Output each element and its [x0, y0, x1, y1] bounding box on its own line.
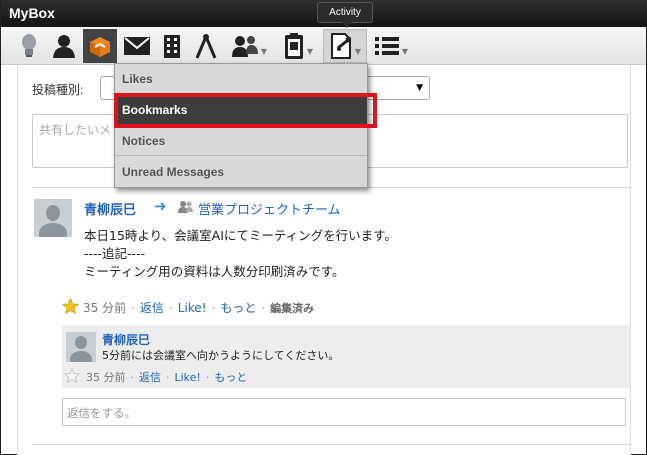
chevron-down-icon: ▼	[401, 46, 409, 56]
menu-item-notices[interactable]: Notices	[115, 126, 367, 156]
reply-item: 青柳辰巳 5分前には会議室へ向かうようにしてください。 35 分前 · 返信 ·…	[62, 325, 630, 388]
reply-link[interactable]: 返信	[139, 369, 161, 385]
clipboard-icon[interactable]: ▼	[275, 29, 321, 63]
activity-tooltip: Activity	[317, 2, 373, 28]
list-icon[interactable]: ▼	[369, 29, 413, 63]
reply-link[interactable]: 返信	[140, 299, 164, 316]
post-body-line: 本日15時より、会議室AIにてミーティングを行います。	[84, 228, 397, 243]
activity-icon[interactable]: ▼	[323, 29, 367, 63]
app-title: MyBox	[9, 5, 55, 21]
like-link[interactable]: Like!	[175, 371, 201, 384]
chevron-down-icon: ▼	[260, 46, 268, 56]
more-link[interactable]: もっと	[214, 369, 247, 385]
reply-meta: 35 分前 · 返信 · Like! · もっと	[63, 367, 247, 386]
menu-item-unread-messages[interactable]: Unread Messages	[115, 157, 367, 187]
reply-text: 5分前には会議室へ向かうようにしてください。	[102, 349, 340, 362]
post-body-line: ミーティング用の資料は人数分印刷済みです。	[84, 264, 345, 279]
app-window: MyBox ▼ ▼ ▼ ▼ 投稿種別: ▼ 共有したいメ 青柳辰巳 ➜ 営業プロ…	[0, 0, 647, 455]
avatar[interactable]	[34, 199, 72, 237]
toolbar: ▼ ▼ ▼ ▼	[1, 27, 646, 65]
arrow-right-icon: ➜	[154, 197, 167, 215]
mail-icon[interactable]	[120, 29, 154, 63]
building-icon[interactable]	[157, 29, 187, 63]
post-time: 35 分前	[83, 301, 127, 315]
star-icon[interactable]	[62, 297, 79, 317]
reply-input[interactable]: 返信をする。	[62, 398, 626, 426]
reply-time: 35 分前	[86, 371, 126, 384]
like-link[interactable]: Like!	[178, 301, 207, 315]
compass-icon[interactable]	[191, 29, 221, 63]
post-author[interactable]: 青柳辰巳	[84, 199, 136, 218]
menu-item-likes[interactable]: Likes	[115, 64, 367, 94]
group-name-link[interactable]: 営業プロジェクトチーム	[198, 199, 341, 218]
chevron-down-icon: ▼	[306, 46, 314, 56]
avatar[interactable]	[66, 332, 96, 362]
lightbulb-icon[interactable]	[13, 29, 45, 63]
more-link[interactable]: もっと	[220, 299, 256, 316]
group-icon	[178, 200, 194, 217]
divider	[32, 444, 630, 445]
highlight-box	[114, 93, 377, 128]
post-body: 本日15時より、会議室AIにてミーティングを行います。 ----追記---- ミ…	[84, 227, 397, 281]
post-body-line: ----追記----	[84, 246, 146, 261]
post-meta: 35 分前 · 返信 · Like! · もっと · 編集済み	[62, 297, 315, 317]
box-icon[interactable]	[83, 29, 117, 63]
post-type-label: 投稿種別:	[32, 83, 84, 97]
reply-author[interactable]: 青柳辰巳	[102, 331, 150, 348]
group-icon[interactable]: ▼	[226, 29, 272, 63]
chevron-down-icon: ▼	[354, 46, 362, 56]
person-icon[interactable]	[47, 29, 81, 63]
edited-label: 編集済み	[270, 301, 315, 315]
star-icon[interactable]	[63, 367, 81, 386]
dropdown-arrow-icon: ▼	[416, 83, 423, 93]
